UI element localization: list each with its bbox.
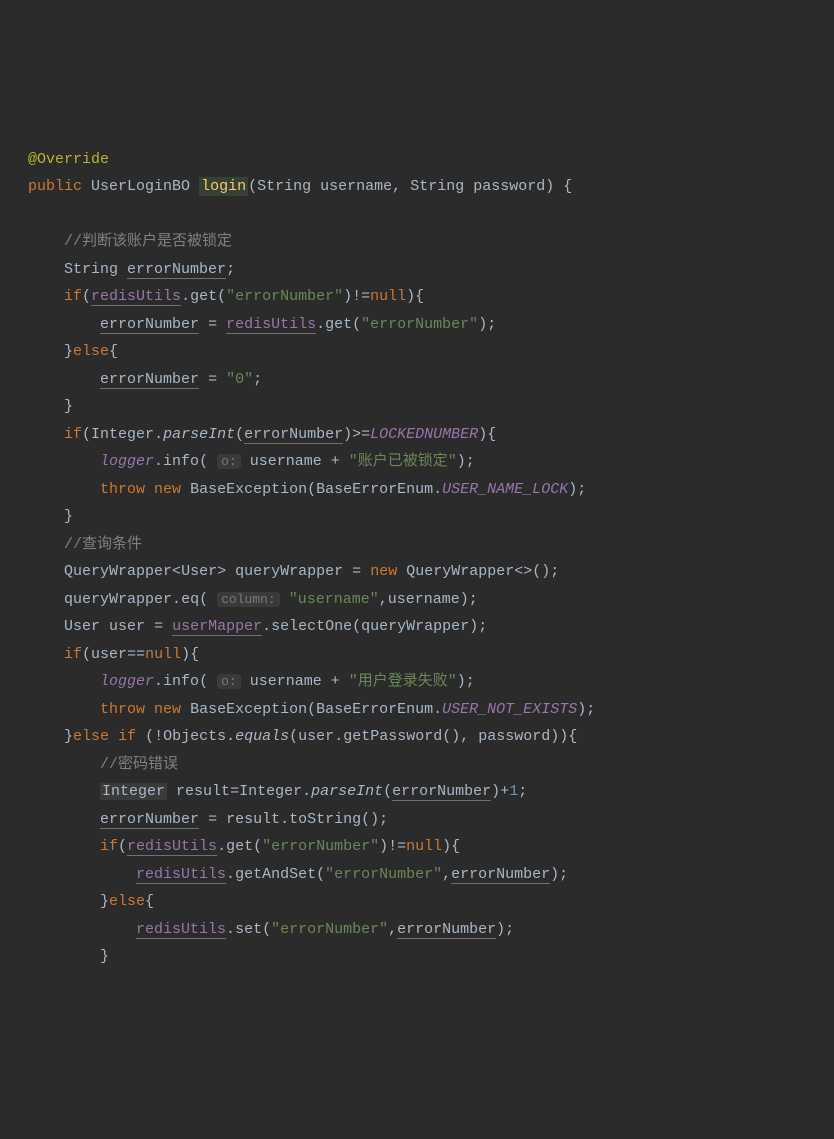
code-content: @Override public UserLoginBO login(Strin… (0, 138, 834, 971)
kw-public: public (28, 178, 82, 195)
annotation-override: @Override (28, 151, 109, 168)
return-type: UserLoginBO (91, 178, 190, 195)
method-login: login (199, 177, 248, 196)
param-hint-column: column: (217, 592, 280, 607)
comment-query: //查询条件 (64, 536, 142, 553)
param-hint-o: o: (217, 454, 241, 469)
param-hint-o2: o: (217, 674, 241, 689)
code-editor[interactable]: @Override public UserLoginBO login(Strin… (0, 110, 834, 998)
comment-pwd: //密码错误 (100, 756, 178, 773)
comment-lock: //判断该账户是否被锁定 (64, 233, 232, 250)
